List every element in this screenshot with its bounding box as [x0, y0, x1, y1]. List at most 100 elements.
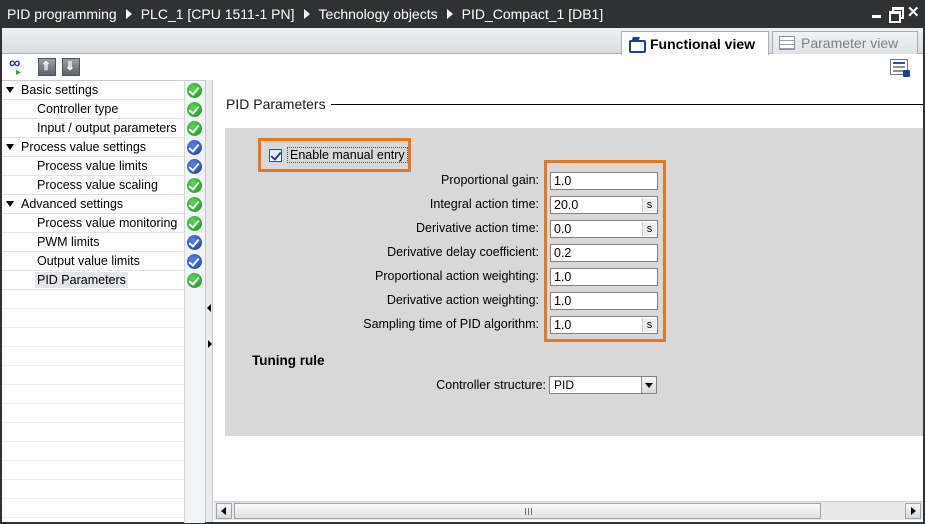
window-controls: ✕	[871, 5, 920, 23]
nav-empty-row	[2, 366, 184, 385]
title-bar: PID programming PLC_1 [CPU 1511-1 PN] Te…	[0, 0, 925, 28]
nav-label: Output value limits	[37, 254, 140, 268]
collapse-left-icon[interactable]	[207, 304, 211, 312]
nav-item-pid-parameters[interactable]: PID Parameters	[2, 271, 184, 290]
param-row-derivative-action-weighting: Derivative action weighting: 1.0	[225, 292, 923, 310]
section-divider	[331, 104, 923, 105]
param-row-proportional-action-weighting: Proportional action weighting: 1.0	[225, 268, 923, 286]
nav-item-input-output-parameters[interactable]: Input / output parameters	[2, 119, 184, 138]
param-row-derivative-delay-coefficient: Derivative delay coefficient: 0.2	[225, 244, 923, 262]
glasses-monitor-icon[interactable]	[8, 57, 26, 80]
enable-manual-entry-label[interactable]: Enable manual entry	[287, 147, 408, 163]
nav-empty-row	[2, 480, 184, 499]
nav-group-advanced-settings[interactable]: Advanced settings	[2, 195, 184, 214]
functional-view-icon	[628, 36, 646, 53]
nav-label: Process value monitoring	[37, 216, 178, 230]
nav-label: Process value scaling	[37, 178, 158, 192]
param-label: Derivative action weighting:	[386, 293, 539, 307]
param-label: Derivative delay coefficient:	[387, 245, 539, 259]
param-label: Derivative action time:	[416, 221, 539, 235]
derivative-action-weighting-input[interactable]: 1.0	[550, 292, 658, 310]
nav-group-basic-settings[interactable]: Basic settings	[2, 81, 184, 100]
tab-functional-view[interactable]: Functional view	[621, 31, 769, 55]
minimize-icon[interactable]	[871, 6, 883, 20]
param-label: Proportional action weighting:	[375, 269, 539, 283]
nav-label: Advanced settings	[21, 197, 124, 211]
nav-group-process-value-settings[interactable]: Process value settings	[2, 138, 184, 157]
integral-action-time-input[interactable]: 20.0 s	[550, 196, 658, 214]
nav-empty-row	[2, 499, 184, 518]
derivative-delay-coefficient-input[interactable]: 0.2	[550, 244, 658, 262]
status-ok-icon	[187, 121, 202, 136]
proportional-gain-input[interactable]: 1.0	[550, 172, 658, 190]
settings-panel-icon[interactable]	[890, 59, 910, 77]
pane-splitter[interactable]	[205, 80, 213, 522]
collapse-all-icon[interactable]: ⇑	[38, 58, 56, 76]
nav-label: PID Parameters	[35, 272, 128, 288]
scrollbar-thumb[interactable]	[234, 503, 821, 519]
expand-triangle-icon[interactable]	[6, 144, 14, 150]
nav-label: Controller type	[37, 102, 119, 116]
proportional-action-weighting-input[interactable]: 1.0	[550, 268, 658, 286]
expand-right-icon[interactable]	[208, 340, 212, 348]
close-icon[interactable]: ✕	[907, 5, 920, 20]
nav-item-pwm-limits[interactable]: PWM limits	[2, 233, 184, 252]
unit-label: s	[642, 318, 656, 332]
breadcrumb-separator-icon	[303, 9, 310, 19]
sampling-time-input[interactable]: 1.0 s	[550, 316, 658, 334]
horizontal-scrollbar[interactable]	[214, 501, 923, 520]
breadcrumb-project[interactable]: PID programming	[7, 6, 117, 22]
status-default-icon	[187, 254, 202, 269]
param-label: Integral action time:	[429, 197, 539, 211]
status-ok-icon	[187, 83, 202, 98]
field-value: 1.0	[554, 270, 572, 284]
tab-label: Functional view	[650, 35, 756, 52]
status-ok-icon	[187, 273, 202, 288]
manual-entry-highlight: Enable manual entry	[258, 138, 411, 172]
param-row-integral-action-time: Integral action time: 20.0 s	[225, 196, 923, 214]
nav-label: Process value settings	[21, 140, 147, 154]
status-ok-icon	[187, 216, 202, 231]
field-value: 20.0	[554, 198, 579, 212]
status-default-icon	[187, 159, 202, 174]
expand-triangle-icon[interactable]	[6, 87, 14, 93]
parameters-panel: Enable manual entry Proportional gain: 1…	[225, 128, 923, 436]
restore-icon[interactable]	[889, 6, 904, 23]
grip-icon	[525, 508, 533, 515]
nav-item-controller-type[interactable]: Controller type	[2, 100, 184, 119]
controller-structure-select[interactable]: PID	[549, 376, 657, 394]
nav-empty-row	[2, 385, 184, 404]
status-ok-icon	[187, 178, 202, 193]
scroll-right-icon[interactable]	[905, 503, 921, 519]
status-default-icon	[187, 235, 202, 250]
view-tabs: Functional view Parameter view	[2, 28, 923, 55]
derivative-action-time-input[interactable]: 0.0 s	[550, 220, 658, 238]
breadcrumb-technology-objects[interactable]: Technology objects	[319, 6, 438, 22]
nav-empty-row	[2, 423, 184, 442]
unit-label: s	[642, 198, 656, 212]
nav-item-process-value-limits[interactable]: Process value limits	[2, 157, 184, 176]
nav-label: Input / output parameters	[37, 121, 177, 135]
breadcrumb-separator-icon	[125, 9, 132, 19]
expand-triangle-icon[interactable]	[6, 201, 14, 207]
nav-empty-row	[2, 328, 184, 347]
content-area: PID Parameters Enable manual entry Propo…	[214, 80, 923, 501]
breadcrumb-plc[interactable]: PLC_1 [CPU 1511-1 PN]	[141, 6, 295, 22]
field-value: 1.0	[554, 174, 572, 188]
enable-manual-entry-checkbox[interactable]	[269, 149, 282, 162]
field-value: 1.0	[554, 294, 572, 308]
param-row-proportional-gain: Proportional gain: 1.0	[225, 172, 923, 190]
nav-item-process-value-scaling[interactable]: Process value scaling	[2, 176, 184, 195]
scroll-left-icon[interactable]	[216, 503, 232, 519]
nav-empty-row	[2, 442, 184, 461]
chevron-down-icon[interactable]	[641, 377, 656, 393]
nav-item-output-value-limits[interactable]: Output value limits	[2, 252, 184, 271]
breadcrumb-separator-icon	[446, 9, 453, 19]
tab-label: Parameter view	[801, 35, 899, 51]
param-row-derivative-action-time: Derivative action time: 0.0 s	[225, 220, 923, 238]
breadcrumb-pid-compact[interactable]: PID_Compact_1 [DB1]	[462, 6, 604, 22]
controller-structure-label: Controller structure:	[436, 378, 546, 392]
nav-item-process-value-monitoring[interactable]: Process value monitoring	[2, 214, 184, 233]
expand-all-icon[interactable]: ⇓	[62, 58, 80, 76]
tab-parameter-view[interactable]: Parameter view	[772, 31, 918, 54]
